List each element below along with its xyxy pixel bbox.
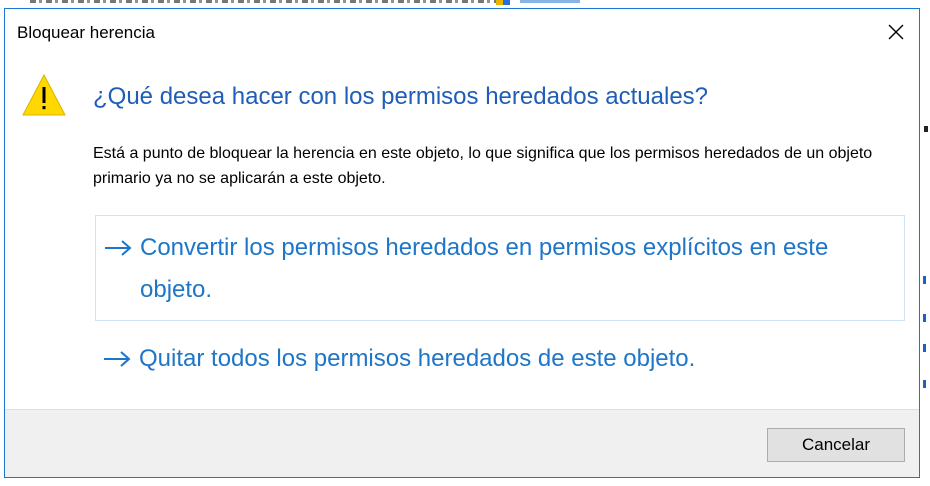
arrow-right-icon: [96, 227, 140, 257]
background-mark: [923, 314, 926, 322]
background-mark: [923, 344, 926, 352]
background-window-edge: [920, 0, 930, 486]
background-text: [30, 0, 500, 3]
dialog-footer: Cancelar: [5, 409, 919, 477]
remove-permissions-link[interactable]: Quitar todos los permisos heredados de e…: [95, 335, 905, 387]
close-icon: [888, 24, 904, 40]
convert-permissions-label: Convertir los permisos heredados en perm…: [140, 234, 829, 303]
background-link: [520, 0, 580, 3]
main-instruction: ¿Qué desea hacer con los permisos hereda…: [93, 83, 709, 110]
warning-icon: [22, 73, 66, 116]
convert-permissions-link[interactable]: Convertir los permisos heredados en perm…: [95, 215, 905, 321]
title-bar: Bloquear herencia: [5, 9, 919, 57]
background-mark: [923, 276, 926, 284]
remove-permissions-label: Quitar todos los permisos heredados de e…: [139, 345, 696, 372]
content-text: Está a punto de bloquear la herencia en …: [93, 145, 873, 187]
close-button[interactable]: [879, 15, 913, 49]
background-mark: [923, 380, 926, 388]
windows-flag-icon: [496, 0, 510, 5]
background-mark: [924, 126, 928, 132]
block-inheritance-dialog: Bloquear herencia ¿Qué desea hacer con l…: [4, 8, 920, 478]
arrow-right-icon: [95, 338, 139, 368]
dialog-title: Bloquear herencia: [17, 23, 155, 42]
cancel-button[interactable]: Cancelar: [767, 428, 905, 462]
background-window-strip: [0, 0, 930, 8]
